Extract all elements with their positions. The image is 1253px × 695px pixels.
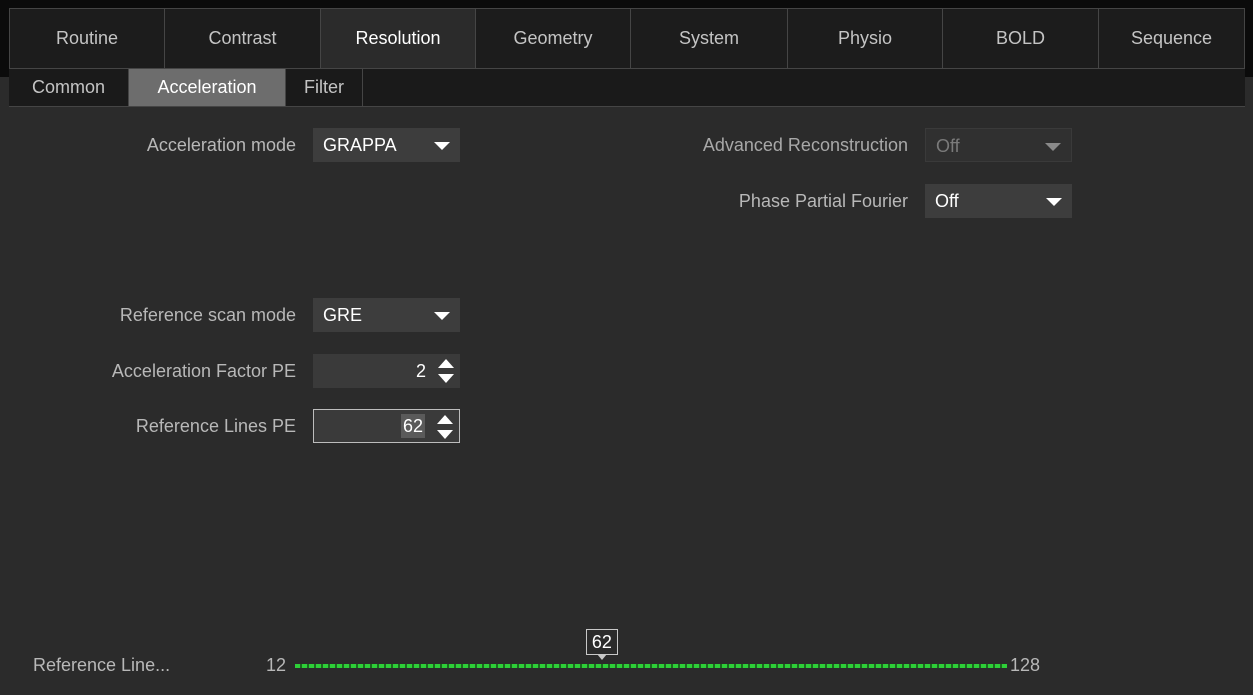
chevron-down-icon bbox=[1046, 198, 1062, 206]
chevron-down-icon bbox=[1045, 143, 1061, 151]
subtab-common[interactable]: Common bbox=[9, 69, 129, 106]
slider-max-label: 128 bbox=[1010, 655, 1041, 675]
acceleration-factor-pe-value: 2 bbox=[415, 361, 426, 381]
chevron-down-icon bbox=[434, 142, 450, 150]
tab-system[interactable]: System bbox=[631, 9, 788, 68]
arrow-down-icon[interactable] bbox=[438, 374, 454, 383]
tab-contrast[interactable]: Contrast bbox=[165, 9, 321, 68]
tab-sequence[interactable]: Sequence bbox=[1099, 9, 1244, 68]
slider-thumb-notch[interactable] bbox=[596, 654, 607, 660]
slider-min-label: 12 bbox=[266, 655, 287, 675]
reference-lines-pe-label: Reference Lines PE bbox=[135, 416, 296, 436]
reference-lines-pe-stepper[interactable]: 62 bbox=[313, 409, 460, 443]
phase-partial-fourier-label: Phase Partial Fourier bbox=[738, 191, 908, 211]
advanced-reconstruction-select: Off bbox=[925, 128, 1072, 162]
acceleration-factor-pe-stepper[interactable]: 2 bbox=[313, 354, 460, 388]
main-tab-bar: Routine Contrast Resolution Geometry Sys… bbox=[9, 8, 1245, 69]
reference-scan-mode-label: Reference scan mode bbox=[119, 305, 296, 325]
tab-routine[interactable]: Routine bbox=[10, 9, 165, 68]
acceleration-factor-pe-label: Acceleration Factor PE bbox=[111, 361, 296, 381]
acceleration-mode-label: Acceleration mode bbox=[146, 135, 296, 155]
subtab-acceleration[interactable]: Acceleration bbox=[129, 69, 286, 106]
reference-scan-mode-select[interactable]: GRE bbox=[313, 298, 460, 332]
phase-partial-fourier-select[interactable]: Off bbox=[925, 184, 1072, 218]
arrow-up-icon[interactable] bbox=[438, 359, 454, 368]
subtab-filter[interactable]: Filter bbox=[286, 69, 363, 106]
arrow-up-icon[interactable] bbox=[437, 415, 453, 424]
reference-lines-slider-track[interactable] bbox=[295, 664, 1007, 668]
reference-lines-slider-label: Reference Line... bbox=[33, 655, 171, 675]
tab-geometry[interactable]: Geometry bbox=[476, 9, 631, 68]
advanced-reconstruction-value: Off bbox=[936, 136, 960, 156]
arrow-down-icon[interactable] bbox=[437, 430, 453, 439]
acceleration-mode-select[interactable]: GRAPPA bbox=[313, 128, 460, 162]
sub-tab-bar: Common Acceleration Filter bbox=[9, 69, 1245, 107]
advanced-reconstruction-label: Advanced Reconstruction bbox=[702, 135, 908, 155]
tab-physio[interactable]: Physio bbox=[788, 9, 943, 68]
tab-bold[interactable]: BOLD bbox=[943, 9, 1099, 68]
slider-value-badge[interactable]: 62 bbox=[585, 629, 618, 655]
reference-scan-mode-value: GRE bbox=[323, 305, 363, 325]
chevron-down-icon bbox=[434, 312, 450, 320]
acceleration-mode-value: GRAPPA bbox=[323, 135, 397, 155]
phase-partial-fourier-value: Off bbox=[935, 191, 959, 211]
spin-arrows-icon[interactable] bbox=[437, 415, 453, 439]
spin-arrows-icon[interactable] bbox=[438, 359, 454, 383]
tab-resolution[interactable]: Resolution bbox=[321, 9, 476, 68]
reference-lines-pe-value: 62 bbox=[400, 414, 425, 438]
